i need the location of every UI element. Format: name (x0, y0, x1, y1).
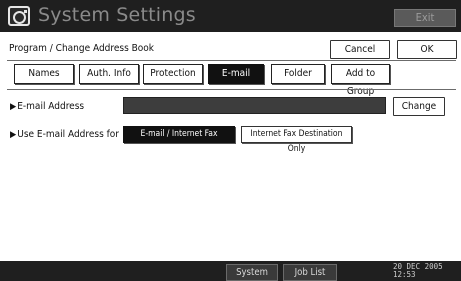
email-address-label: E-mail Address (17, 101, 85, 112)
ok-button[interactable]: OK (397, 40, 457, 59)
email-internet-fax-destination-button[interactable]: E-mail / Internet Fax Destination (123, 126, 235, 154)
title-bar: System Settings Exit (0, 0, 461, 32)
tab-names[interactable]: Names (14, 64, 74, 84)
settings-app-icon (8, 6, 30, 26)
use-email-label: Use E-mail Address for (17, 129, 119, 140)
date-time-display: 20 DEC 2005 12:53 (393, 263, 443, 279)
sub-header: Program / Change Address Book (0, 38, 461, 60)
exit-button[interactable]: Exit (394, 9, 456, 27)
tab-protection[interactable]: Protection (143, 64, 203, 84)
email-address-field[interactable] (123, 97, 386, 114)
row-marker-icon: ▶ (10, 102, 17, 112)
tabs-divider (7, 89, 456, 90)
header-divider (7, 60, 456, 61)
use-email-row-label: ▶Use E-mail Address for (10, 129, 119, 140)
email-address-row-label: ▶E-mail Address (10, 101, 84, 112)
tab-email[interactable]: E-mail (208, 64, 264, 84)
window-title: System Settings (38, 4, 196, 26)
page-title: Program / Change Address Book (9, 43, 155, 54)
tab-folder[interactable]: Folder (271, 64, 325, 84)
status-bar: System Status Job List 20 DEC 2005 12:53 (0, 261, 461, 281)
row-marker-icon: ▶ (10, 130, 17, 140)
time-text: 12:53 (393, 270, 416, 279)
tab-auth-info[interactable]: Auth. Info (79, 64, 139, 84)
tab-bar: Names Auth. Info Protection E-mail Folde… (7, 62, 456, 97)
internet-fax-destination-only-button[interactable]: Internet Fax Destination Only (241, 126, 352, 154)
job-list-button[interactable]: Job List (283, 264, 337, 281)
change-button[interactable]: Change (393, 97, 445, 116)
cancel-button[interactable]: Cancel (330, 40, 390, 59)
system-status-button[interactable]: System Status (226, 264, 278, 281)
tab-add-to-group[interactable]: Add to Group (331, 64, 390, 97)
